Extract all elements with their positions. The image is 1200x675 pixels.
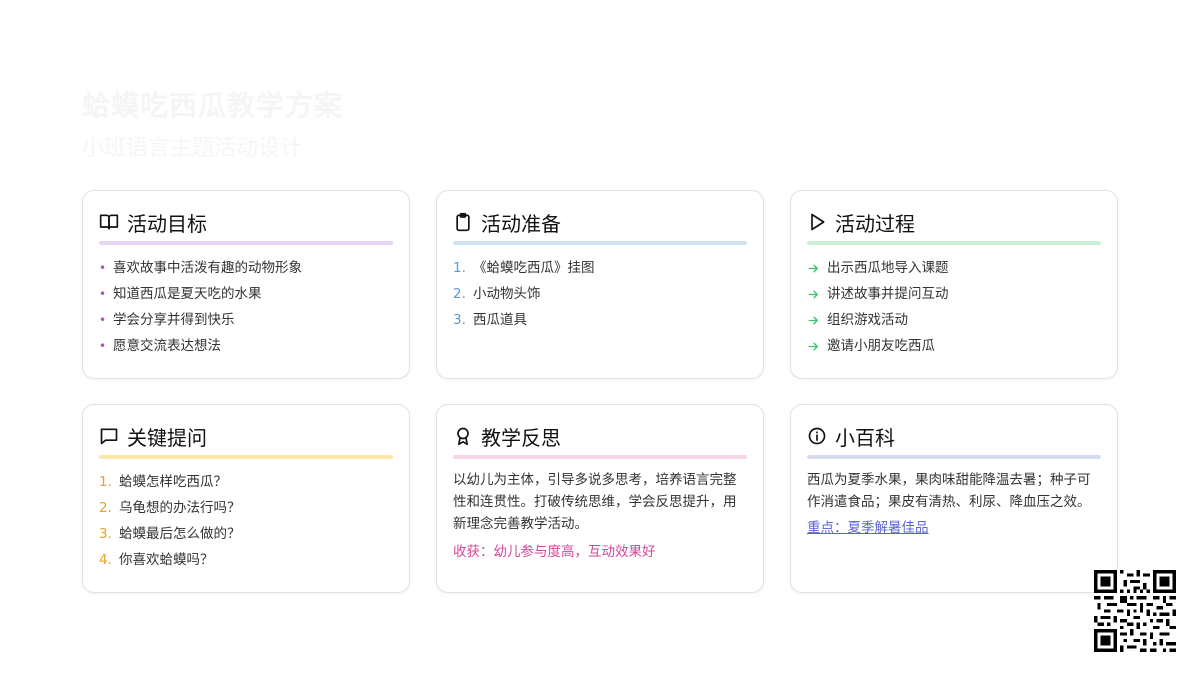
list-item: 3. 蛤蟆最后怎么做的？: [99, 526, 241, 542]
title-underline: [807, 455, 1101, 459]
arrow-right-icon: [807, 340, 821, 353]
goals-list: • 喜欢故事中活泼有趣的动物形象 • 知道西瓜是夏天吃的水果 • 学会分享并得到快乐 …: [99, 255, 393, 359]
list-item: • 喜欢故事中活泼有趣的动物形象: [99, 260, 302, 276]
list-item: 1. 蛤蟆怎样吃西瓜？: [99, 474, 227, 490]
list-item: 1. 《蛤蟆吃西瓜》挂图: [453, 260, 595, 276]
title-underline: [99, 455, 393, 459]
arrow-right-icon: [807, 262, 821, 275]
list-item: • 学会分享并得到快乐: [99, 312, 235, 328]
list-item: 出示西瓜地导入课题: [807, 255, 1101, 281]
page-title: 蛤蟆吃西瓜教学方案: [82, 89, 344, 122]
list-item: • 愿意交流表达想法: [99, 338, 221, 354]
title-underline: [453, 455, 747, 459]
message-icon: [99, 426, 119, 446]
list-item: 3. 西瓜道具: [453, 312, 527, 328]
card-title: 关键提问: [127, 425, 207, 450]
qr-code-icon: [1094, 570, 1176, 652]
arrow-right-icon: [807, 314, 821, 327]
list-item: • 知道西瓜是夏天吃的水果: [99, 286, 262, 302]
list-item: 组织游戏活动: [807, 307, 1101, 333]
card-reflection: 教学反思 以幼儿为主体，引导多说多思考，培养语言完整性和连贯性。打破传统思维，学…: [436, 404, 764, 593]
reflection-highlight: 收获：幼儿参与度高，互动效果好: [453, 544, 656, 560]
page: 蛤蟆吃西瓜教学方案 小班语言主题活动设计 活动目标 • 喜欢故事中活泼有趣的动物形…: [0, 0, 1200, 675]
info-icon: [807, 426, 827, 446]
list-item: 讲述故事并提问互动: [807, 281, 1101, 307]
list-item: 2. 乌龟想的办法行吗？: [99, 500, 241, 516]
card-title: 活动目标: [127, 211, 207, 236]
card-title: 教学反思: [481, 425, 561, 450]
book-icon: [99, 212, 119, 232]
card-goals: 活动目标 • 喜欢故事中活泼有趣的动物形象 • 知道西瓜是夏天吃的水果 • 学会分享并…: [82, 190, 410, 379]
process-list: 出示西瓜地导入课题 讲述故事并提问互动 组织游戏活动 邀请小朋友吃西瓜: [807, 255, 1101, 359]
questions-list: 1. 蛤蟆怎样吃西瓜？ 2. 乌龟想的办法行吗？ 3. 蛤蟆最后怎么做的？ 4. 你喜欢…: [99, 469, 393, 573]
prep-list: 1. 《蛤蟆吃西瓜》挂图 2. 小动物头饰 3. 西瓜道具: [453, 255, 747, 333]
list-item: 2. 小动物头饰: [453, 286, 541, 302]
reflection-text: 以幼儿为主体，引导多说多思考，培养语言完整性和连贯性。打破传统思维，学会反思提升…: [453, 472, 737, 532]
card-process: 活动过程 出示西瓜地导入课题 讲述故事并提问互动 组织游戏活动 邀请小朋友吃西瓜: [790, 190, 1118, 379]
arrow-right-icon: [807, 288, 821, 301]
list-item: 4. 你喜欢蛤蟆吗？: [99, 552, 214, 568]
page-subtitle: 小班语言主题活动设计: [82, 136, 303, 161]
card-title: 活动准备: [481, 211, 561, 236]
card-title: 活动过程: [835, 211, 915, 236]
title-underline: [453, 241, 747, 245]
wiki-link[interactable]: 重点：夏季解暑佳品: [807, 517, 1101, 539]
list-item: 邀请小朋友吃西瓜: [807, 333, 1101, 359]
award-icon: [453, 426, 473, 446]
card-prep: 活动准备 1. 《蛤蟆吃西瓜》挂图 2. 小动物头饰 3. 西瓜道具: [436, 190, 764, 379]
card-questions: 关键提问 1. 蛤蟆怎样吃西瓜？ 2. 乌龟想的办法行吗？ 3. 蛤蟆最后怎么做的？ …: [82, 404, 410, 593]
clipboard-icon: [453, 212, 473, 232]
card-title: 小百科: [835, 425, 895, 450]
wiki-text: 西瓜为夏季水果，果肉味甜能降温去暑；种子可作消遣食品；果皮有清热、利尿、降血压之…: [807, 472, 1091, 510]
card-wiki: 小百科 西瓜为夏季水果，果肉味甜能降温去暑；种子可作消遣食品；果皮有清热、利尿、…: [790, 404, 1118, 593]
title-underline: [99, 241, 393, 245]
play-icon: [807, 212, 827, 232]
title-underline: [807, 241, 1101, 245]
